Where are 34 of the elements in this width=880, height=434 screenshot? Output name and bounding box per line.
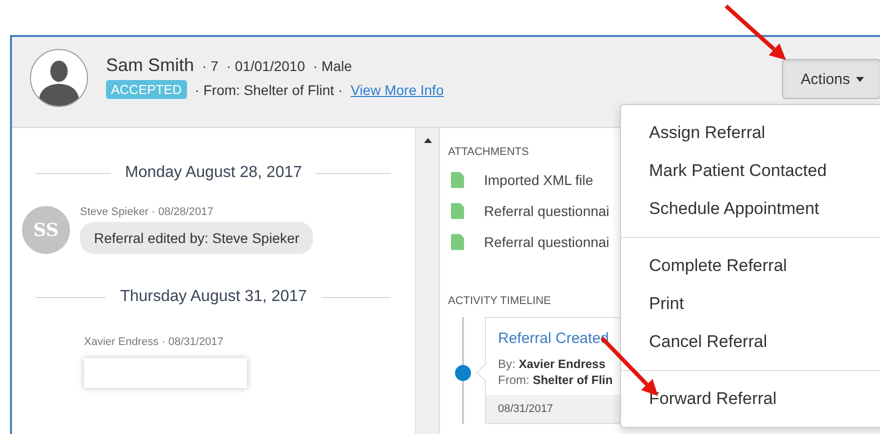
section-heading: ATTACHMENTS bbox=[448, 146, 530, 158]
menu-item[interactable]: Mark Patient Contacted bbox=[621, 152, 880, 190]
patient-detail: · 01/01/2010 bbox=[226, 58, 305, 74]
message-meta: Steve Spieker · 08/28/2017 bbox=[80, 206, 214, 218]
status-badge: ACCEPTED bbox=[106, 80, 187, 99]
user-avatar: SS bbox=[22, 206, 70, 254]
message-meta: Xavier Endress · 08/31/2017 bbox=[84, 336, 224, 348]
timeline-dot bbox=[455, 365, 471, 381]
menu-item[interactable]: Print bbox=[621, 285, 880, 323]
file-icon bbox=[451, 234, 464, 250]
file-icon bbox=[451, 202, 464, 218]
section-heading: ACTIVITY TIMELINE bbox=[448, 295, 551, 307]
menu-item[interactable]: Cancel Referral bbox=[621, 323, 880, 361]
timeline-source: From: Shelter of Flin bbox=[498, 373, 614, 387]
annotation-arrow bbox=[724, 4, 786, 60]
attachment-link[interactable]: Referral questionnai bbox=[484, 234, 610, 250]
timeline-author: By: Xavier Endress bbox=[498, 357, 606, 371]
referral-source: · From: Shelter of Flint · bbox=[194, 82, 343, 98]
menu-item[interactable]: Complete Referral bbox=[621, 247, 880, 285]
attachment-link[interactable]: Imported XML file bbox=[484, 172, 594, 188]
scroll-up-icon[interactable] bbox=[424, 138, 432, 143]
date-heading: Monday August 28, 2017 bbox=[124, 164, 302, 182]
patient-detail: · 7 bbox=[202, 58, 218, 74]
message-bubble: Referral edited by: Steve Spieker bbox=[80, 222, 314, 254]
attachment-link[interactable]: Referral questionnai bbox=[484, 202, 610, 218]
patient-detail: · Male bbox=[313, 58, 352, 74]
menu-item[interactable]: Assign Referral bbox=[621, 114, 880, 152]
date-heading: Thursday August 31, 2017 bbox=[120, 288, 307, 306]
caret-icon bbox=[856, 76, 864, 82]
menu-item[interactable]: Schedule Appointment bbox=[621, 190, 880, 228]
file-icon bbox=[451, 172, 464, 188]
actions-button[interactable]: Actions bbox=[782, 59, 880, 99]
view-more-link[interactable]: View More Info bbox=[350, 82, 444, 98]
patient-name: Sam Smith bbox=[106, 55, 194, 76]
